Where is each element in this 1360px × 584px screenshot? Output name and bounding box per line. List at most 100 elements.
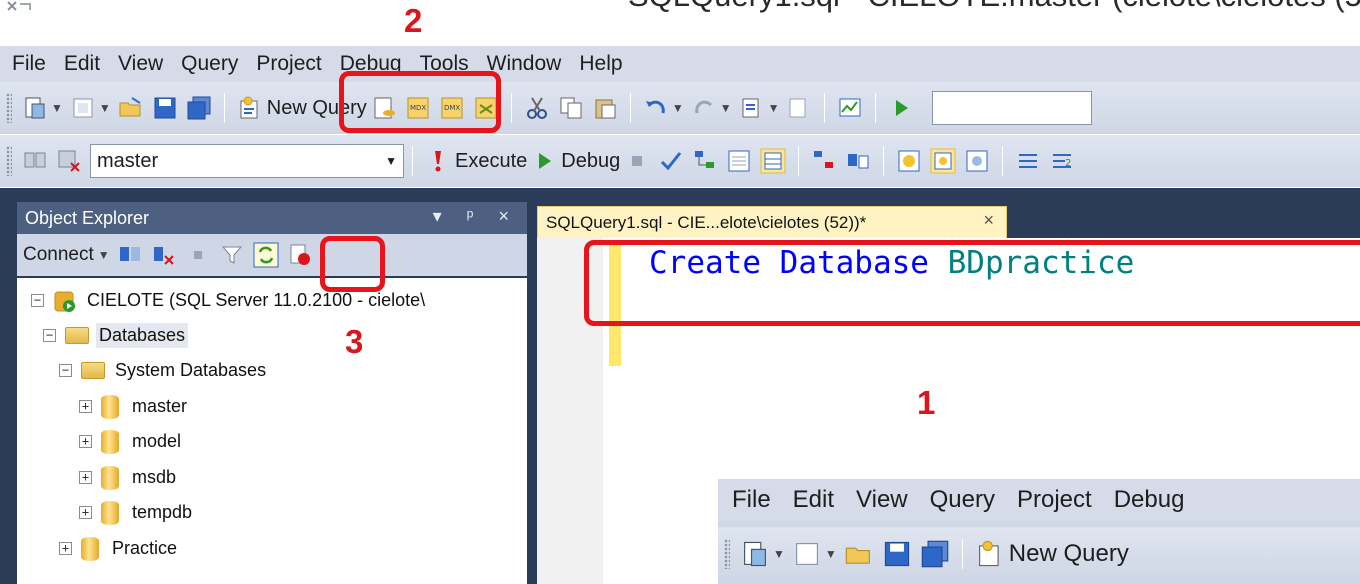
menu-view[interactable]: View <box>846 486 918 514</box>
disconnect-icon[interactable] <box>151 242 177 268</box>
expand-icon[interactable]: + <box>79 471 92 484</box>
filter-icon[interactable] <box>219 242 245 268</box>
new-query-button[interactable]: New Query <box>1009 540 1129 568</box>
tree-node-system-databases[interactable]: − System Databases <box>59 358 269 383</box>
toolbar-grip[interactable] <box>724 539 730 569</box>
comment-out-icon[interactable] <box>1015 148 1041 174</box>
parse-checkmark-icon[interactable] <box>658 148 684 174</box>
query-options-icon[interactable] <box>726 148 752 174</box>
new-project-icon[interactable] <box>22 95 48 121</box>
menu-file[interactable]: File <box>4 52 54 76</box>
undo-icon[interactable] <box>643 95 669 121</box>
menu-project[interactable]: Project <box>1007 486 1102 514</box>
chevron-down-icon[interactable]: ▼ <box>773 547 785 561</box>
cancel-query-icon[interactable] <box>624 148 650 174</box>
connect-button[interactable]: Connect <box>23 244 94 266</box>
close-icon[interactable]: × <box>983 210 994 231</box>
databases-label: Databases <box>96 323 189 348</box>
debug-button[interactable]: Debug <box>561 150 620 173</box>
tree-node-database[interactable]: + Practice <box>59 536 180 561</box>
object-explorer-toolbar: Connect ▼ <box>17 234 527 276</box>
chevron-down-icon[interactable]: ▼ <box>825 547 837 561</box>
menu-project[interactable]: Project <box>248 52 329 76</box>
uncomment-icon[interactable]: 2 <box>1049 148 1075 174</box>
save-icon[interactable] <box>152 95 178 121</box>
ssms-app-icon <box>7 1 31 11</box>
save-all-icon[interactable] <box>920 539 950 569</box>
navigate-forward-icon[interactable] <box>786 95 812 121</box>
menu-view[interactable]: View <box>110 52 171 76</box>
inset-standard-toolbar: ▼ ▼ New Query <box>718 527 1360 581</box>
object-explorer-tree: − CIELOTE (SQL Server 11.0.2100 - cielot… <box>17 278 527 584</box>
connect-icon[interactable] <box>22 148 48 174</box>
chevron-down-icon[interactable]: ▼ <box>51 101 63 115</box>
activity-monitor-stop-icon[interactable] <box>287 242 313 268</box>
connect-object-explorer-icon[interactable] <box>117 242 143 268</box>
change-connection-icon[interactable] <box>56 148 82 174</box>
pane-window-buttons[interactable]: ▾ ᵖ × <box>433 206 519 227</box>
results-to-file-icon[interactable] <box>964 148 990 174</box>
tree-node-database[interactable]: + master <box>79 394 190 419</box>
redo-icon[interactable] <box>691 95 717 121</box>
results-grid-selected-icon[interactable] <box>930 148 956 174</box>
tab-sqlquery1[interactable]: SQLQuery1.sql - CIE...elote\cielotes (52… <box>537 206 1007 238</box>
activity-monitor-icon[interactable] <box>837 95 863 121</box>
paste-icon[interactable] <box>592 95 618 121</box>
chevron-down-icon[interactable]: ▼ <box>672 101 684 115</box>
tree-node-databases[interactable]: − Databases <box>43 323 189 348</box>
toolbar-grip[interactable] <box>6 93 12 123</box>
chevron-down-icon[interactable]: ▼ <box>99 101 111 115</box>
results-to-grid-icon[interactable] <box>760 148 786 174</box>
include-actual-plan-icon[interactable] <box>811 148 837 174</box>
available-databases-dropdown[interactable]: master ▼ <box>90 144 404 178</box>
debug-play-icon[interactable] <box>531 148 557 174</box>
execute-icon[interactable] <box>425 148 451 174</box>
start-debugging-icon[interactable] <box>888 95 914 121</box>
stop-icon[interactable] <box>185 242 211 268</box>
open-folder-icon[interactable] <box>118 95 144 121</box>
database-label: tempdb <box>132 502 193 522</box>
collapse-icon[interactable]: − <box>59 364 72 377</box>
navigate-backward-icon[interactable] <box>739 95 765 121</box>
menu-query[interactable]: Query <box>920 486 1005 514</box>
expand-icon[interactable]: + <box>59 542 72 555</box>
cut-icon[interactable] <box>524 95 550 121</box>
execute-button[interactable]: Execute <box>455 150 527 173</box>
add-item-icon[interactable] <box>792 539 822 569</box>
add-item-icon[interactable] <box>70 95 96 121</box>
save-all-icon[interactable] <box>186 95 212 121</box>
display-estimated-plan-icon[interactable] <box>692 148 718 174</box>
new-project-icon[interactable] <box>740 539 770 569</box>
chevron-down-icon[interactable]: ▼ <box>98 248 110 262</box>
solution-configuration-dropdown[interactable] <box>932 91 1093 125</box>
expand-icon[interactable]: + <box>79 400 92 413</box>
annotation-number: 2 <box>404 2 423 39</box>
tree-node-database[interactable]: + model <box>79 429 184 454</box>
menu-edit[interactable]: Edit <box>783 486 844 514</box>
menu-help[interactable]: Help <box>571 52 630 76</box>
results-to-text-icon[interactable] <box>896 148 922 174</box>
chevron-down-icon[interactable]: ▼ <box>720 101 732 115</box>
new-query-icon[interactable] <box>237 95 263 121</box>
highlight-new-query <box>339 71 501 133</box>
menu-query[interactable]: Query <box>173 52 246 76</box>
chevron-down-icon[interactable]: ▼ <box>768 101 780 115</box>
tree-node-database[interactable]: + tempdb <box>79 500 195 525</box>
standard-toolbar: ▼ ▼ New Query MDX DMX ▼ ▼ ▼ <box>0 82 1360 134</box>
tree-node-database[interactable]: + msdb <box>79 465 179 490</box>
menu-file[interactable]: File <box>722 486 781 514</box>
window-title: SQLQuery1.sql - CIELOTE.master (cielote\… <box>628 0 1360 14</box>
refresh-icon[interactable] <box>253 242 279 268</box>
open-folder-icon[interactable] <box>844 539 874 569</box>
toolbar-grip[interactable] <box>6 146 12 176</box>
new-query-icon[interactable] <box>975 539 1005 569</box>
expand-icon[interactable]: + <box>79 506 92 519</box>
copy-icon[interactable] <box>558 95 584 121</box>
save-icon[interactable] <box>882 539 912 569</box>
collapse-icon[interactable]: − <box>43 329 56 342</box>
menu-edit[interactable]: Edit <box>56 52 108 76</box>
collapse-icon[interactable]: − <box>31 294 44 307</box>
live-statistics-icon[interactable] <box>845 148 871 174</box>
expand-icon[interactable]: + <box>79 435 92 448</box>
menu-debug[interactable]: Debug <box>1104 486 1195 514</box>
